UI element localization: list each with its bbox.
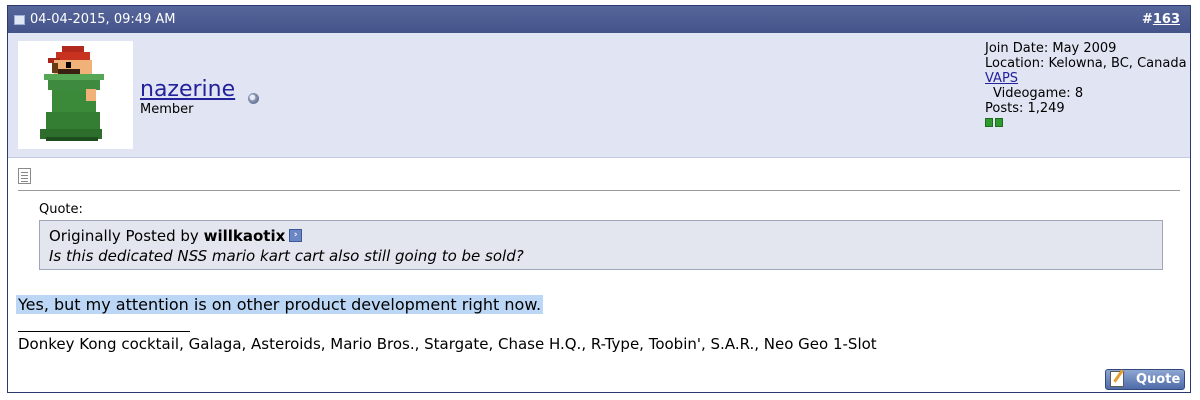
post-number-prefix: # xyxy=(1141,12,1153,27)
user-info-bar: nazerine Member Join Date: May 2009 Loca… xyxy=(8,33,1190,158)
username-text: nazerine xyxy=(140,77,236,102)
post-number: #163 xyxy=(1142,6,1180,33)
post-icon xyxy=(18,168,31,184)
status-dot xyxy=(248,93,259,104)
avatar[interactable] xyxy=(18,41,133,149)
quote-prefix: Originally Posted by xyxy=(49,227,199,245)
quote-button[interactable]: Quote xyxy=(1105,369,1185,390)
quote-attribution: Originally Posted by willkaotix › xyxy=(49,227,303,245)
reputation-icon xyxy=(985,118,993,127)
offline-status-icon xyxy=(242,90,259,109)
videogame-count: Videogame: 8 xyxy=(993,86,1084,101)
user-details: Join Date: May 2009 Location: Kelowna, B… xyxy=(985,41,1187,131)
divider xyxy=(18,190,1180,191)
post-message: Yes, but my attention is on other produc… xyxy=(16,295,544,314)
quote-pencil-icon xyxy=(1110,371,1124,387)
post-body: Quote: Originally Posted by willkaotix › … xyxy=(8,158,1190,392)
post-count: Posts: 1,249 xyxy=(985,101,1065,116)
forum-post: 04-04-2015, 09:49 AM #163 nazerine Membe xyxy=(7,5,1191,393)
quote-block: Originally Posted by willkaotix › Is this… xyxy=(39,220,1163,270)
reputation xyxy=(985,116,1187,131)
quote-button-label: Quote xyxy=(1136,372,1181,387)
location: Location: Kelowna, BC, Canada xyxy=(985,56,1187,71)
reputation-icon xyxy=(995,118,1003,127)
signature: Donkey Kong cocktail, Galaga, Asteroids,… xyxy=(18,335,877,353)
old-post-icon xyxy=(14,15,25,25)
user-title: Member xyxy=(140,102,194,117)
quote-label: Quote: xyxy=(39,202,83,217)
post-number-link[interactable]: 163 xyxy=(1153,12,1180,27)
vaps-link[interactable]: VAPS xyxy=(985,71,1018,86)
post-date: 04-04-2015, 09:49 AM xyxy=(30,12,176,27)
quote-text: Is this dedicated NSS mario kart cart al… xyxy=(49,247,524,265)
join-date: Join Date: May 2009 xyxy=(985,41,1117,56)
quote-author: willkaotix xyxy=(203,227,286,245)
username-link[interactable]: nazerine xyxy=(140,77,235,102)
post-header: 04-04-2015, 09:49 AM #163 xyxy=(8,6,1190,33)
view-post-icon[interactable]: › xyxy=(289,229,303,242)
signature-divider xyxy=(18,331,190,332)
